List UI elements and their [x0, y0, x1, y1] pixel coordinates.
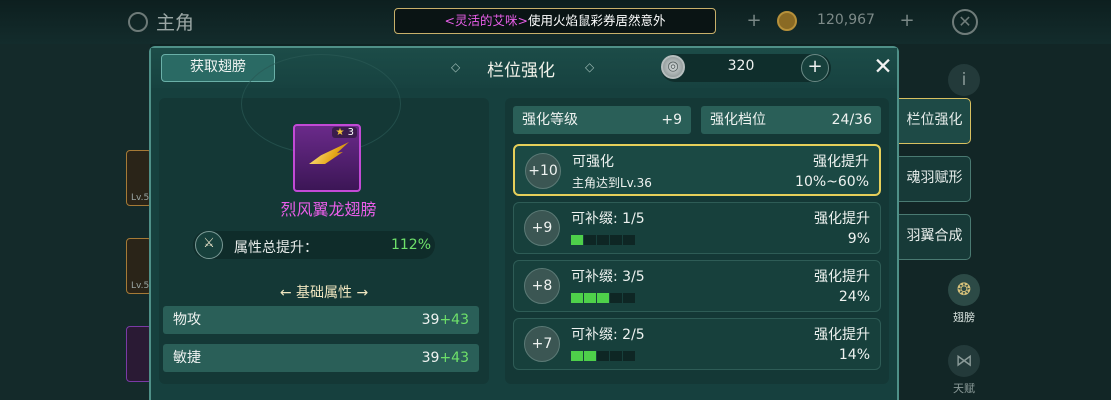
progress-segment	[610, 235, 622, 245]
coin-amount: 120,967	[817, 12, 875, 28]
tab-wing-synthesis[interactable]: 羽翼合成	[898, 214, 971, 260]
attr-name: 物攻	[173, 312, 201, 328]
gain-value: 14%	[838, 347, 870, 363]
progress-segment	[610, 293, 622, 303]
news-marquee: <灵活的艾咪>使用火焰鼠彩券居然意外	[394, 8, 716, 34]
wing-icon	[309, 142, 349, 164]
progress-segment	[584, 293, 596, 303]
level-row[interactable]: +7 可补缀: 2/5 强化提升 14%	[513, 318, 881, 370]
star-badge: ★ 3	[332, 127, 357, 138]
panel-title: 栏位强化	[487, 61, 555, 81]
level-badge: +9	[524, 210, 560, 246]
nav-wings[interactable]: ❂ 翅膀	[944, 274, 984, 325]
enhance-level-box: 强化等级 +9	[513, 106, 691, 134]
patch-progress-bar	[571, 235, 635, 245]
patch-progress-bar	[571, 293, 635, 303]
share-icon: ⋈	[948, 345, 980, 377]
level-status: 可强化	[572, 154, 614, 170]
add-icon[interactable]: +	[745, 12, 763, 30]
attr-row: 物攻 39+43	[163, 306, 479, 334]
progress-segment	[623, 351, 635, 361]
enhance-panel: 获取翅膀 ◇ 栏位强化 ◇ ◎ 320 + ✕ ★ 3 烈风翼龙翅膀 ⚔ 属性总…	[149, 46, 899, 400]
slot-level: Lv.5	[131, 193, 150, 203]
progress-segment	[597, 293, 609, 303]
enhance-level-value: +9	[661, 112, 682, 128]
tab-slot-enhance[interactable]: 栏位强化	[898, 98, 971, 144]
progress-segment	[610, 351, 622, 361]
coin-icon	[777, 11, 797, 31]
level-row[interactable]: +10 可强化 主角达到Lv.36 强化提升 10%~60%	[513, 144, 881, 196]
progress-segment	[571, 293, 583, 303]
attr-name: 敏捷	[173, 350, 201, 366]
gain-value: 24%	[838, 289, 870, 305]
star-count: 3	[347, 127, 354, 138]
ornament-right-icon: ◇	[585, 60, 595, 74]
gain-label: 强化提升	[814, 269, 870, 285]
progress-segment	[597, 235, 609, 245]
gain-value: 9%	[847, 231, 870, 247]
patch-progress-bar	[571, 351, 635, 361]
close-panel-button[interactable]: ✕	[871, 53, 895, 81]
progress-segment	[623, 235, 635, 245]
gain-label: 强化提升	[814, 211, 870, 227]
attr-value: 39+43	[421, 350, 469, 366]
marquee-player: <灵活的艾咪>	[444, 13, 528, 28]
currency-value: 320	[727, 58, 755, 74]
boost-icon: ⚔	[195, 231, 223, 259]
level-row[interactable]: +9 可补缀: 1/5 强化提升 9%	[513, 202, 881, 254]
attr-row: 敏捷 39+43	[163, 344, 479, 372]
wing-item-icon[interactable]: ★ 3	[293, 124, 361, 192]
attr-value: 39+43	[421, 312, 469, 328]
total-boost-value: 112%	[390, 237, 431, 253]
level-status: 可补缀: 1/5	[571, 211, 645, 227]
nav-info[interactable]: i	[944, 64, 984, 96]
total-boost-label: 属性总提升：	[234, 240, 318, 256]
nav-talent-label: 天赋	[953, 382, 975, 395]
level-requirement: 主角达到Lv.36	[572, 176, 652, 190]
gain-label: 强化提升	[814, 327, 870, 343]
enhance-level-label: 强化等级	[522, 112, 578, 128]
enhance-tier-box: 强化档位 24/36	[701, 106, 881, 134]
item-name: 烈风翼龙翅膀	[280, 200, 377, 219]
progress-segment	[623, 293, 635, 303]
base-attrs-title: ← 基础属性 →	[279, 285, 369, 301]
silver-coin-icon: ◎	[661, 55, 685, 79]
attr-bonus: +43	[439, 312, 469, 328]
level-badge: +8	[524, 268, 560, 304]
close-screen-icon[interactable]: ✕	[952, 9, 978, 35]
slot-level: Lv.5	[131, 281, 150, 291]
enhance-tier-value: 24/36	[831, 112, 872, 128]
add-coins-icon[interactable]: +	[898, 12, 916, 30]
wings-icon: ❂	[948, 274, 980, 306]
gain-label: 强化提升	[813, 154, 869, 170]
progress-segment	[584, 235, 596, 245]
enhance-tier-label: 强化档位	[710, 112, 766, 128]
attr-bonus: +43	[439, 350, 469, 366]
progress-segment	[571, 235, 583, 245]
level-badge: +7	[524, 326, 560, 362]
level-status: 可补缀: 2/5	[571, 327, 645, 343]
tab-soul-feather[interactable]: 魂羽赋形	[898, 156, 971, 202]
marquee-text: 使用火焰鼠彩券居然意外	[527, 13, 666, 28]
nav-talent[interactable]: ⋈ 天赋	[944, 345, 984, 396]
star-icon: ★	[335, 127, 345, 138]
level-row[interactable]: +8 可补缀: 3/5 强化提升 24%	[513, 260, 881, 312]
level-badge: +10	[525, 153, 561, 189]
screen-title: 主角	[156, 12, 195, 34]
progress-segment	[584, 351, 596, 361]
nav-wings-label: 翅膀	[953, 311, 975, 324]
progress-segment	[571, 351, 583, 361]
info-icon: i	[948, 64, 980, 96]
add-currency-button[interactable]: +	[801, 54, 829, 82]
gain-value: 10%~60%	[795, 174, 869, 190]
level-status: 可补缀: 3/5	[571, 269, 645, 285]
progress-segment	[597, 351, 609, 361]
